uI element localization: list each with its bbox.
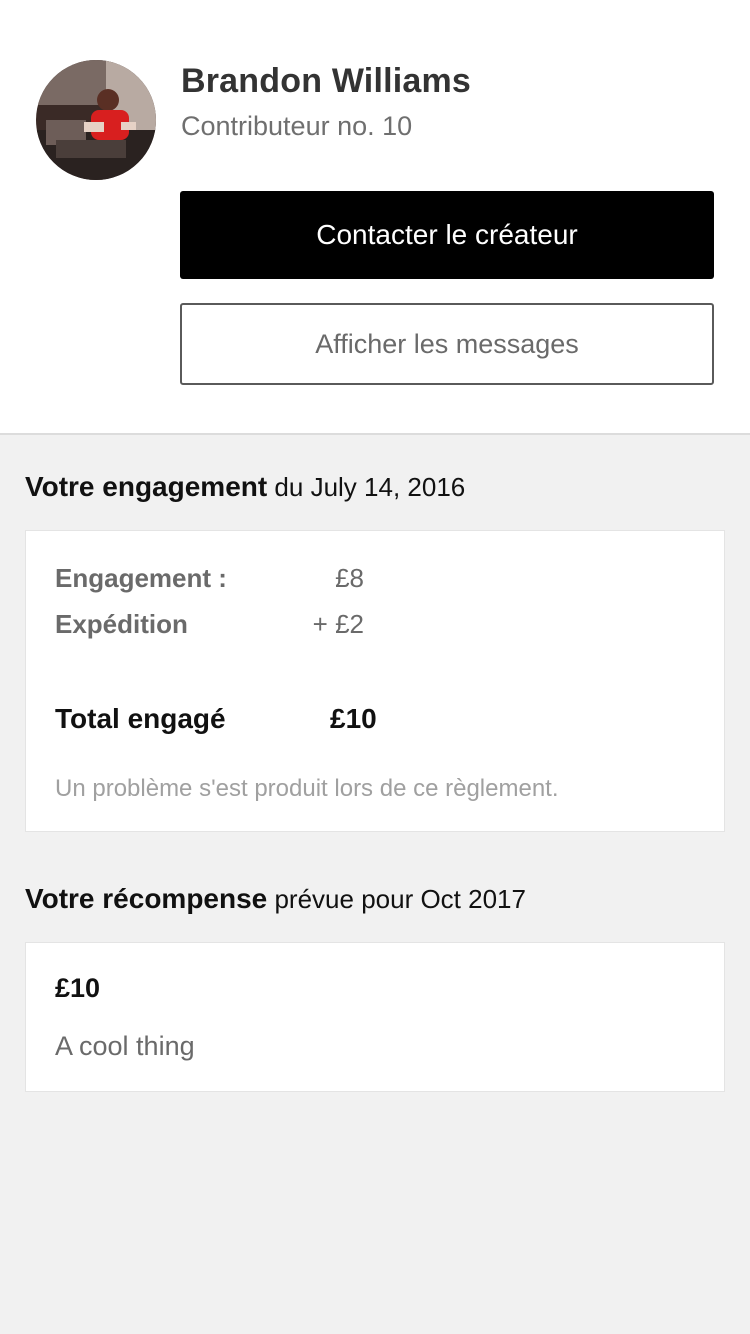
creator-header: Brandon Williams Contributeur no. 10 Con… <box>0 0 750 435</box>
pledge-section-title: Votre engagement du July 14, 2016 <box>25 471 465 503</box>
view-messages-button[interactable]: Afficher les messages <box>180 303 714 385</box>
reward-title-date: prévue pour Oct 2017 <box>267 884 526 914</box>
shipping-value: + £2 <box>312 609 364 639</box>
total-pledged-label: Total engagé <box>55 703 226 734</box>
pledge-title-date: du July 14, 2016 <box>267 472 466 502</box>
pledge-card: Engagement : £8 Expédition + £2 Total en… <box>25 530 725 832</box>
shipping-label: Expédition <box>55 609 188 639</box>
pledge-title-strong: Votre engagement <box>25 471 268 502</box>
payment-error-note: Un problème s'est produit lors de ce règ… <box>55 775 559 802</box>
avatar-photo-icon <box>36 60 156 180</box>
reward-description: A cool thing <box>55 1031 195 1061</box>
reward-section-title: Votre récompense prévue pour Oct 2017 <box>25 883 526 915</box>
pledge-amount-label: Engagement : <box>55 563 227 593</box>
view-messages-label: Afficher les messages <box>315 328 579 359</box>
contact-creator-label: Contacter le créateur <box>316 219 578 250</box>
creator-name: Brandon Williams <box>181 62 472 100</box>
reward-title-strong: Votre récompense <box>25 883 268 914</box>
total-pledged-value: £10 <box>330 703 377 734</box>
reward-amount: £10 <box>55 973 101 1003</box>
contact-creator-button[interactable]: Contacter le créateur <box>180 191 714 279</box>
reward-card: £10 A cool thing <box>25 942 725 1092</box>
creator-avatar[interactable] <box>36 60 156 180</box>
pledge-amount-value: £8 <box>335 563 364 593</box>
contributor-number: Contributeur no. 10 <box>181 111 413 141</box>
